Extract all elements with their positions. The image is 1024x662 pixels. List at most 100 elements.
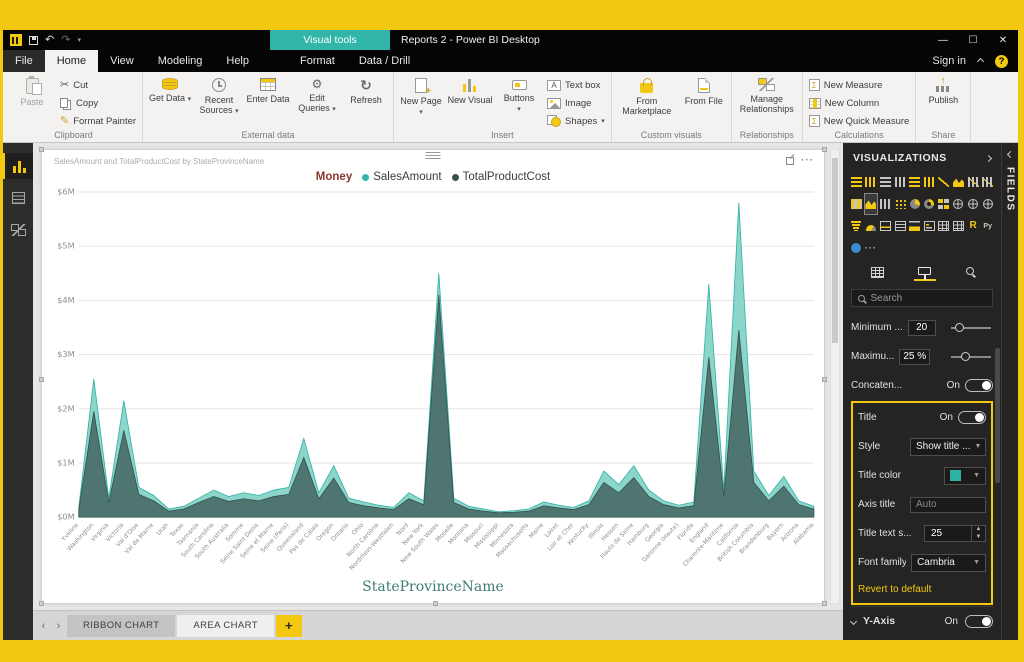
ribbon-chart-icon[interactable] bbox=[850, 194, 863, 214]
font-family-dropdown[interactable]: Cambria▼ bbox=[911, 554, 986, 572]
fields-pane-collapsed[interactable]: FIELDS bbox=[1001, 143, 1018, 640]
clustered-bar-chart-icon[interactable] bbox=[879, 172, 892, 192]
next-page-arrow[interactable]: › bbox=[52, 620, 65, 632]
scrollbar-thumb[interactable] bbox=[832, 158, 838, 343]
sign-in-link[interactable]: Sign in bbox=[932, 55, 966, 67]
format-pane-tab[interactable] bbox=[914, 267, 936, 281]
maximum-slider[interactable] bbox=[951, 356, 991, 358]
minimum-slider[interactable] bbox=[951, 327, 991, 329]
stacked-area-chart-icon[interactable] bbox=[952, 172, 965, 192]
new-measure-button[interactable]: New Measure bbox=[807, 77, 912, 93]
tab-home[interactable]: Home bbox=[45, 50, 98, 72]
resize-handle[interactable] bbox=[822, 601, 827, 606]
gauge-icon[interactable] bbox=[865, 216, 878, 236]
100-stacked-bar-chart-icon[interactable] bbox=[908, 172, 921, 192]
copy-button[interactable]: Copy bbox=[58, 95, 138, 111]
arcgis-map-icon[interactable] bbox=[850, 238, 863, 258]
enter-data-button[interactable]: Enter Data bbox=[245, 74, 291, 104]
waterfall-chart-icon[interactable] bbox=[879, 194, 892, 214]
stacked-bar-chart-icon[interactable] bbox=[850, 172, 863, 192]
get-data-button[interactable]: Get Data ▾ bbox=[147, 74, 193, 104]
shape-map-icon[interactable] bbox=[981, 194, 994, 214]
slicer-icon[interactable] bbox=[923, 216, 936, 236]
data-view-button[interactable] bbox=[3, 185, 33, 211]
tab-format[interactable]: Format bbox=[288, 50, 347, 72]
resize-handle[interactable] bbox=[433, 601, 438, 606]
more-visuals-icon[interactable]: ··· bbox=[865, 238, 878, 258]
stacked-column-chart-icon[interactable] bbox=[865, 172, 878, 192]
area-chart-icon[interactable] bbox=[865, 194, 878, 214]
search-input[interactable] bbox=[871, 293, 986, 304]
visual-tools-context-group[interactable]: Visual tools bbox=[270, 30, 390, 50]
expand-fields-icon[interactable] bbox=[1006, 151, 1013, 158]
title-color-dropdown[interactable]: ▼ bbox=[944, 467, 986, 485]
text-box-button[interactable]: A Text box bbox=[545, 77, 607, 93]
tab-file[interactable]: File bbox=[3, 50, 45, 72]
publish-button[interactable]: Publish bbox=[920, 74, 966, 105]
tab-view[interactable]: View bbox=[98, 50, 146, 72]
close-button[interactable]: ✕ bbox=[988, 30, 1018, 50]
collapse-ribbon-icon[interactable] bbox=[977, 57, 984, 64]
shapes-button[interactable]: Shapes ▾ bbox=[545, 113, 607, 129]
slider-knob[interactable] bbox=[955, 323, 964, 332]
manage-relationships-button[interactable]: Manage Relationships bbox=[736, 74, 798, 115]
legend-item-salesamount[interactable]: SalesAmount bbox=[362, 171, 441, 183]
save-icon[interactable] bbox=[29, 36, 38, 45]
100-stacked-column-chart-icon[interactable] bbox=[923, 172, 936, 192]
minimize-button[interactable]: — bbox=[928, 30, 958, 50]
previous-page-arrow[interactable]: ‹ bbox=[37, 620, 50, 632]
new-page-tab-button[interactable]: + bbox=[276, 615, 302, 637]
pie-chart-icon[interactable] bbox=[908, 194, 921, 214]
cut-button[interactable]: ✂ Cut bbox=[58, 77, 138, 93]
maximum-input[interactable]: 25 % bbox=[899, 349, 930, 365]
tab-modeling[interactable]: Modeling bbox=[146, 50, 215, 72]
y-axis-toggle[interactable] bbox=[965, 615, 993, 628]
slider-knob[interactable] bbox=[961, 352, 970, 361]
tab-data-drill[interactable]: Data / Drill bbox=[347, 50, 422, 72]
resize-handle[interactable] bbox=[39, 601, 44, 606]
resize-handle[interactable] bbox=[822, 147, 827, 152]
funnel-chart-icon[interactable] bbox=[850, 216, 863, 236]
style-dropdown[interactable]: Show title ...▼ bbox=[910, 438, 986, 456]
help-icon[interactable]: ? bbox=[995, 55, 1008, 68]
report-page[interactable]: ··· SalesAmount and TotalProductCost by … bbox=[41, 149, 825, 604]
buttons-button[interactable]: Buttons▾ bbox=[496, 74, 542, 114]
donut-chart-icon[interactable] bbox=[923, 194, 936, 214]
clustered-column-chart-icon[interactable] bbox=[894, 172, 907, 192]
recent-sources-button[interactable]: Recent Sources ▾ bbox=[196, 74, 242, 116]
more-options-icon[interactable]: ··· bbox=[801, 155, 814, 166]
page-tab-ribbon-chart[interactable]: RIBBON CHART bbox=[67, 615, 175, 637]
edit-queries-button[interactable]: ⚙ Edit Queries ▾ bbox=[294, 74, 340, 114]
format-painter-button[interactable]: ✎ Format Painter bbox=[58, 113, 138, 129]
title-text-size-stepper[interactable]: 25 ▲▼ bbox=[924, 525, 986, 542]
refresh-button[interactable]: ↻ Refresh bbox=[343, 74, 389, 105]
image-button[interactable]: Image bbox=[545, 95, 607, 111]
line-chart-icon[interactable] bbox=[938, 172, 951, 192]
scatter-chart-icon[interactable] bbox=[894, 194, 907, 214]
undo-icon[interactable]: ↶ bbox=[45, 35, 54, 46]
map-icon[interactable] bbox=[952, 194, 965, 214]
new-page-button[interactable]: New Page ▾ bbox=[398, 74, 444, 117]
minimum-input[interactable]: 20 bbox=[908, 320, 936, 336]
matrix-icon[interactable] bbox=[952, 216, 965, 236]
fields-pane-tab[interactable] bbox=[871, 267, 884, 278]
collapse-pane-icon[interactable] bbox=[985, 154, 992, 161]
revert-to-default-link[interactable]: Revert to default bbox=[858, 577, 986, 603]
analytics-pane-tab[interactable] bbox=[966, 267, 974, 275]
canvas-scrollbar[interactable] bbox=[830, 149, 840, 604]
report-view-button[interactable] bbox=[3, 153, 33, 179]
card-icon[interactable] bbox=[879, 216, 892, 236]
line-and-clustered-column-chart-icon[interactable] bbox=[981, 172, 994, 192]
qat-customize-caret-icon[interactable]: ▾ bbox=[77, 36, 81, 44]
format-search-box[interactable] bbox=[851, 289, 993, 307]
maximize-button[interactable]: ☐ bbox=[958, 30, 988, 50]
stepper-arrows-icon[interactable]: ▲▼ bbox=[971, 526, 985, 541]
from-file-button[interactable]: From File bbox=[681, 74, 727, 106]
treemap-icon[interactable] bbox=[938, 194, 951, 214]
tab-help[interactable]: Help bbox=[214, 50, 261, 72]
paste-button[interactable]: Paste bbox=[9, 74, 55, 107]
filled-map-icon[interactable] bbox=[967, 194, 980, 214]
pane-scrollbar-thumb[interactable] bbox=[995, 348, 1000, 483]
line-and-stacked-column-chart-icon[interactable] bbox=[967, 172, 980, 192]
from-marketplace-button[interactable]: From Marketplace bbox=[616, 74, 678, 117]
